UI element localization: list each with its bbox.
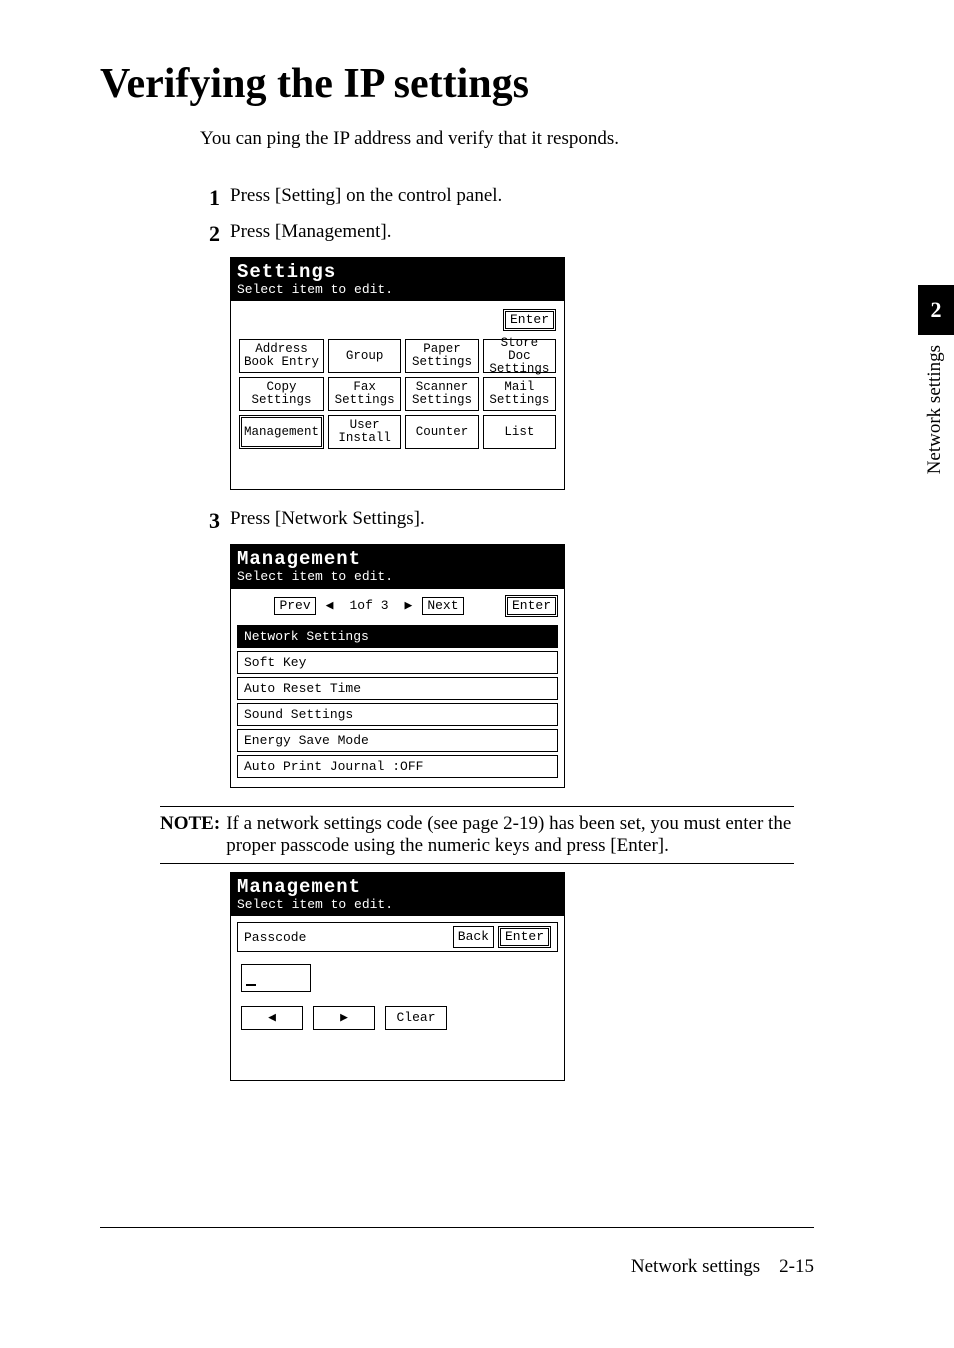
step-3: 3 Press [Network Settings]. (200, 508, 854, 534)
lcd-subtitle: Select item to edit. (237, 898, 558, 912)
chapter-tab: 2 (918, 285, 954, 335)
note-label: NOTE: (160, 813, 220, 857)
divider (160, 806, 794, 807)
list-item-network-settings[interactable]: Network Settings (237, 625, 558, 648)
step-text: Press [Setting] on the control panel. (230, 185, 854, 207)
lcd-title: Management (237, 877, 558, 898)
list-item-auto-print-journal[interactable]: Auto Print Journal :OFF (237, 755, 558, 778)
pager-text: 1of 3 (343, 598, 394, 613)
scanner-settings-button[interactable]: Scanner Settings (405, 377, 478, 411)
mail-settings-button[interactable]: Mail Settings (483, 377, 556, 411)
fax-settings-button[interactable]: Fax Settings (328, 377, 401, 411)
counter-button[interactable]: Counter (405, 415, 478, 449)
lcd-management-list: Management Select item to edit. Prev ◀ 1… (230, 544, 565, 787)
lcd-header: Management Select item to edit. (231, 545, 564, 588)
lcd-subtitle: Select item to edit. (237, 283, 558, 297)
lcd-settings: Settings Select item to edit. Enter Addr… (230, 257, 565, 490)
step-2: 2 Press [Management]. (200, 221, 854, 247)
step-text: Press [Management]. (230, 221, 854, 243)
lcd-title: Settings (237, 262, 558, 283)
back-button[interactable]: Back (453, 926, 494, 948)
divider (160, 863, 794, 864)
store-doc-settings-button[interactable]: Store Doc Settings (483, 339, 556, 373)
group-button[interactable]: Group (328, 339, 401, 373)
lcd-title: Management (237, 549, 558, 570)
enter-button[interactable]: Enter (498, 926, 551, 948)
chapter-side-label: Network settings (924, 345, 946, 474)
passcode-label: Passcode (244, 930, 306, 945)
prev-button[interactable]: Prev (274, 597, 315, 615)
footer: Network settings 2-15 (631, 1256, 814, 1278)
copy-settings-button[interactable]: Copy Settings (239, 377, 324, 411)
triangle-right-icon: ▶ (399, 598, 419, 613)
cursor-icon (246, 984, 256, 986)
list-item-soft-key[interactable]: Soft Key (237, 651, 558, 674)
intro-text: You can ping the IP address and verify t… (200, 128, 854, 150)
enter-button[interactable]: Enter (505, 595, 558, 617)
enter-button[interactable]: Enter (503, 309, 556, 331)
footer-section: Network settings (631, 1256, 760, 1277)
footer-divider (100, 1227, 814, 1228)
list-item-energy-save-mode[interactable]: Energy Save Mode (237, 729, 558, 752)
page-title: Verifying the IP settings (100, 60, 854, 108)
step-1: 1 Press [Setting] on the control panel. (200, 185, 854, 211)
triangle-left-icon: ◀ (320, 598, 340, 613)
clear-button[interactable]: Clear (385, 1006, 447, 1030)
note: NOTE: If a network settings code (see pa… (160, 813, 794, 857)
lcd-header: Settings Select item to edit. (231, 258, 564, 301)
address-book-entry-button[interactable]: Address Book Entry (239, 339, 324, 373)
footer-page: 2-15 (779, 1256, 814, 1277)
step-number: 1 (200, 185, 220, 211)
passcode-field-row: Passcode Back Enter (237, 922, 558, 952)
list-button[interactable]: List (483, 415, 556, 449)
lcd-subtitle: Select item to edit. (237, 570, 558, 584)
passcode-input[interactable] (241, 964, 311, 992)
step-number: 3 (200, 508, 220, 534)
management-button[interactable]: Management (239, 415, 324, 449)
note-text: If a network settings code (see page 2-1… (226, 813, 794, 857)
arrow-left-button[interactable]: ◀ (241, 1006, 303, 1030)
user-install-button[interactable]: User Install (328, 415, 401, 449)
step-number: 2 (200, 221, 220, 247)
step-text: Press [Network Settings]. (230, 508, 854, 530)
list-item-sound-settings[interactable]: Sound Settings (237, 703, 558, 726)
paper-settings-button[interactable]: Paper Settings (405, 339, 478, 373)
arrow-right-button[interactable]: ▶ (313, 1006, 375, 1030)
next-button[interactable]: Next (422, 597, 463, 615)
lcd-passcode: Management Select item to edit. Passcode… (230, 872, 565, 1081)
lcd-header: Management Select item to edit. (231, 873, 564, 916)
list-item-auto-reset-time[interactable]: Auto Reset Time (237, 677, 558, 700)
